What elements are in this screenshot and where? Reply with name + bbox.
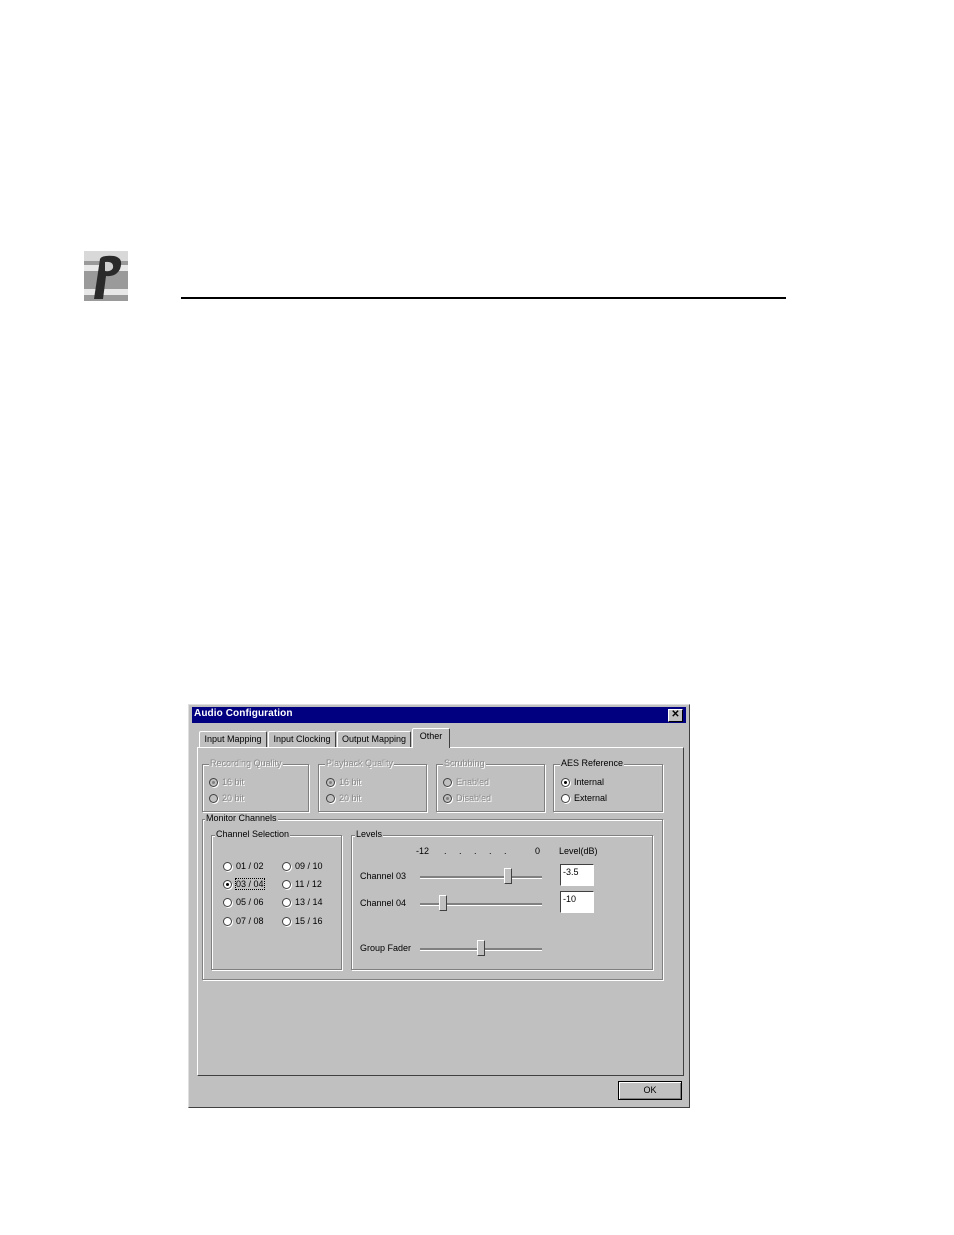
- channel-09-10-radio[interactable]: 09 / 10: [282, 861, 323, 871]
- tab-other[interactable]: Other: [412, 728, 450, 748]
- aes-reference-group: AES Reference Internal External: [553, 758, 663, 812]
- scrubbing-disabled-radio[interactable]: Disabled: [443, 793, 491, 803]
- ok-button[interactable]: OK: [618, 1081, 682, 1100]
- recording-quality-group: Recording Quality 16 bit 20 bit: [202, 758, 309, 812]
- channel-15-16-radio[interactable]: 15 / 16: [282, 916, 323, 926]
- radio-icon: [443, 777, 452, 787]
- channel-b-label: Channel 04: [360, 898, 407, 908]
- radio-icon: [223, 879, 232, 889]
- radio-icon: [326, 777, 335, 787]
- radio-icon: [209, 793, 218, 803]
- channel-01-02-radio[interactable]: 01 / 02: [223, 861, 264, 871]
- tab-panel-other: Recording Quality 16 bit 20 bit Playback…: [197, 747, 684, 1076]
- channel-a-slider-thumb[interactable]: [504, 868, 513, 884]
- radio-icon: [223, 897, 232, 907]
- radio-icon: [223, 916, 232, 926]
- close-button[interactable]: ✕: [668, 709, 683, 722]
- channel-03-04-radio[interactable]: 03 / 04: [223, 878, 265, 890]
- level-db-header: Level(dB): [559, 846, 598, 856]
- audio-configuration-dialog: Audio Configuration ✕ Input Mapping Inpu…: [188, 704, 690, 1108]
- scrubbing-label: Scrubbing: [443, 758, 486, 768]
- channel-11-12-radio[interactable]: 11 / 12: [282, 879, 322, 889]
- level-scale-max: 0: [535, 846, 541, 856]
- channel-13-14-radio[interactable]: 13 / 14: [282, 897, 323, 907]
- title-bar[interactable]: Audio Configuration ✕: [192, 707, 686, 723]
- tab-input-clocking[interactable]: Input Clocking: [268, 731, 336, 747]
- radio-icon: [443, 793, 452, 803]
- aes-internal-radio[interactable]: Internal: [561, 777, 604, 787]
- aes-external-radio[interactable]: External: [561, 793, 607, 803]
- channel-05-06-radio[interactable]: 05 / 06: [223, 897, 264, 907]
- playback-20bit-radio[interactable]: 20 bit: [326, 793, 361, 803]
- playback-16bit-radio[interactable]: 16 bit: [326, 777, 361, 787]
- tab-output-mapping[interactable]: Output Mapping: [337, 731, 411, 747]
- recording-quality-label: Recording Quality: [209, 758, 283, 768]
- channel-a-label: Channel 03: [360, 871, 407, 881]
- channel-selection-group: Channel Selection 01 / 02 03 / 04 05 / 0…: [211, 829, 342, 970]
- radio-icon: [282, 897, 291, 907]
- channel-b-level-input[interactable]: -10: [560, 891, 594, 913]
- radio-icon: [561, 793, 570, 803]
- aes-reference-label: AES Reference: [560, 758, 625, 768]
- radio-icon: [282, 916, 291, 926]
- levels-group: Levels -12 . . . . . 0 Level(dB) Channel…: [351, 829, 653, 970]
- radio-icon: [326, 793, 335, 803]
- company-logo-icon: [84, 251, 128, 301]
- scrubbing-group: Scrubbing Enabled Disabled: [436, 758, 545, 812]
- close-icon: ✕: [671, 709, 680, 720]
- playback-quality-group: Playback Quality 16 bit 20 bit: [318, 758, 427, 812]
- recording-20bit-radio[interactable]: 20 bit: [209, 793, 244, 803]
- group-fader-slider-thumb[interactable]: [477, 940, 485, 956]
- channel-b-slider-thumb[interactable]: [439, 895, 448, 911]
- scrubbing-enabled-radio[interactable]: Enabled: [443, 777, 489, 787]
- radio-icon: [561, 777, 570, 787]
- channel-a-level-input[interactable]: -3.5: [560, 864, 594, 886]
- channel-07-08-radio[interactable]: 07 / 08: [223, 916, 264, 926]
- monitor-channels-group: Monitor Channels Channel Selection 01 / …: [202, 813, 663, 980]
- tab-input-mapping[interactable]: Input Mapping: [199, 731, 267, 747]
- radio-icon: [282, 879, 291, 889]
- window-title: Audio Configuration: [194, 708, 293, 719]
- channel-b-slider-track: [420, 903, 542, 906]
- level-scale-dots: . . . . .: [444, 846, 512, 856]
- recording-16bit-radio[interactable]: 16 bit: [209, 777, 244, 787]
- levels-label: Levels: [355, 829, 384, 839]
- playback-quality-label: Playback Quality: [325, 758, 395, 768]
- header-rule: [181, 297, 786, 299]
- group-fader-label: Group Fader: [360, 943, 412, 953]
- radio-icon: [209, 777, 218, 787]
- radio-icon: [223, 861, 232, 871]
- channel-a-slider-track: [420, 876, 542, 879]
- monitor-channels-label: Monitor Channels: [205, 813, 278, 823]
- radio-icon: [282, 861, 291, 871]
- level-scale-min: -12: [416, 846, 430, 856]
- channel-selection-label: Channel Selection: [215, 829, 291, 839]
